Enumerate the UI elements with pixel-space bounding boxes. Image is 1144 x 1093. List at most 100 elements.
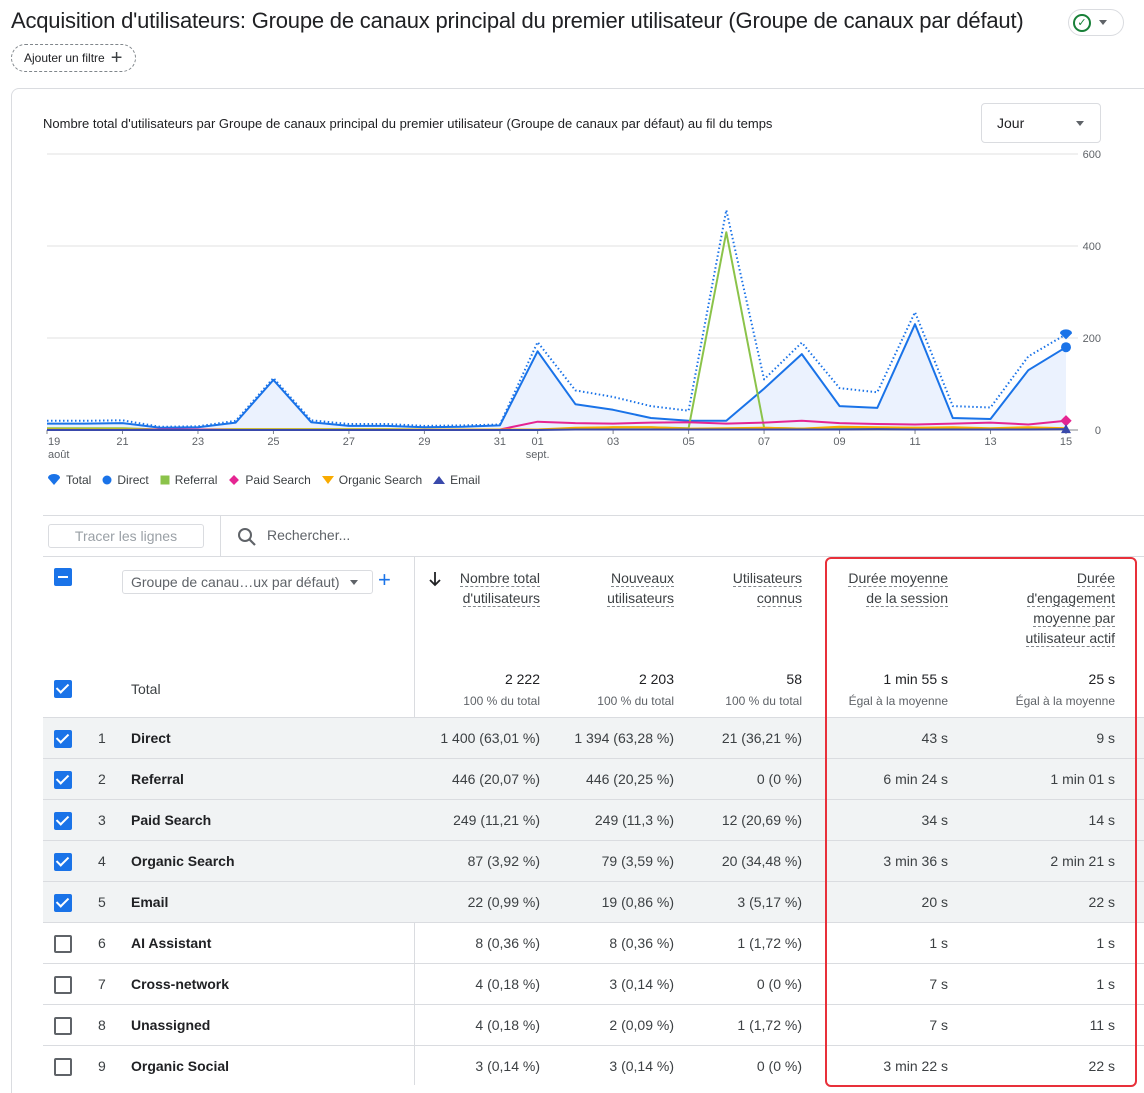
column-header-text: connus — [756, 590, 802, 607]
table-row[interactable]: 6 AI Assistant 8 (0,36 %) 8 (0,36 %) 1 (1,72… — [43, 922, 1144, 963]
line-chart[interactable]: 600 400 200 0 19août 21 23 25 27 29 31 01sept. 03 05 0… — [0, 145, 1144, 465]
cell-known-users: 1 (1,72 %) — [737, 935, 802, 951]
table-row[interactable]: 2 Referral 446 (20,07 %) 446 (20,25 %) 0 (0 … — [43, 758, 1144, 799]
y-tick-label: 0 — [1095, 425, 1101, 437]
total-subtext: 100 % du total — [463, 694, 540, 708]
divider — [43, 515, 1144, 516]
legend-item-organic-search[interactable]: Organic Search — [321, 473, 422, 487]
column-header-text: utilisateurs — [607, 590, 674, 607]
legend-item-email[interactable]: Email — [433, 473, 480, 487]
dimension-select-value: Groupe de canau…ux par défaut) — [131, 574, 340, 590]
total-value: 25 s — [1088, 671, 1115, 687]
row-checkbox[interactable] — [54, 730, 72, 748]
search-icon — [238, 528, 256, 546]
row-index: 9 — [98, 1058, 106, 1074]
table-row[interactable]: 9 Organic Social 3 (0,14 %) 3 (0,14 %) 0 (0 … — [43, 1045, 1144, 1086]
legend-item-referral[interactable]: Referral — [160, 473, 217, 487]
legend-item-paid-search[interactable]: Paid Search — [228, 473, 311, 487]
column-header-text: utilisateur actif — [1025, 630, 1115, 647]
row-checkbox[interactable] — [54, 894, 72, 912]
cell-avg-session: 3 min 36 s — [883, 853, 948, 869]
row-checkbox[interactable] — [54, 1058, 72, 1076]
status-dropdown[interactable]: ✓ — [1068, 9, 1124, 36]
row-index: 8 — [98, 1017, 106, 1033]
x-tick-label: 13 — [984, 436, 996, 448]
cell-known-users: 0 (0 %) — [756, 771, 802, 787]
table-row[interactable]: 4 Organic Search 87 (3,92 %) 79 (3,59 %) 20 … — [43, 840, 1144, 881]
row-checkbox[interactable] — [54, 935, 72, 953]
caret-down-icon — [1099, 20, 1107, 25]
x-tick-sublabel: sept. — [526, 449, 550, 461]
check-circle-icon: ✓ — [1073, 13, 1091, 32]
column-header-avg-engagement[interactable]: Durée d'engagement moyenne par utilisateur … — [985, 568, 1115, 648]
column-header-avg-session[interactable]: Durée moyenne de la session — [818, 568, 948, 608]
legend-label: Paid Search — [245, 473, 311, 487]
legend-marker-icon — [102, 475, 112, 485]
add-dimension-button[interactable]: + — [378, 569, 391, 591]
total-checkbox[interactable] — [54, 680, 72, 698]
cell-known-users: 21 (36,21 %) — [721, 730, 802, 746]
legend-item-direct[interactable]: Direct — [102, 473, 149, 487]
x-tick-label: 21 — [116, 436, 128, 448]
cell-new-users: 1 394 (63,28 %) — [574, 730, 674, 746]
row-channel-label: Paid Search — [131, 812, 212, 828]
dimension-select[interactable]: Groupe de canau…ux par défaut) — [122, 570, 373, 594]
table-row[interactable]: 1 Direct 1 400 (63,01 %) 1 394 (63,28 %) 21 … — [43, 717, 1144, 758]
cell-avg-engagement: 2 min 21 s — [1050, 853, 1115, 869]
x-tick-label: 11 — [909, 436, 920, 448]
total-label: Total — [131, 681, 161, 697]
cell-users: 446 (20,07 %) — [452, 771, 540, 787]
row-index: 2 — [98, 771, 106, 787]
column-header-text: Nouveaux — [610, 570, 674, 587]
x-tick-sublabel: août — [48, 449, 69, 461]
column-header-text: Durée moyenne — [848, 570, 948, 587]
cell-avg-engagement: 22 s — [1088, 894, 1115, 910]
row-checkbox[interactable] — [54, 853, 72, 871]
y-tick-label: 200 — [1083, 333, 1101, 345]
x-tick-label: 05 — [682, 436, 694, 448]
x-tick-label: 29 — [418, 436, 430, 448]
row-index: 3 — [98, 812, 106, 828]
table-row[interactable]: 8 Unassigned 4 (0,18 %) 2 (0,09 %) 1 (1,72 %… — [43, 1004, 1144, 1045]
trace-lines-button[interactable]: Tracer les lignes — [48, 524, 204, 548]
legend-marker-icon — [47, 474, 61, 486]
row-checkbox[interactable] — [54, 976, 72, 994]
select-all-checkbox[interactable] — [54, 568, 72, 586]
legend-item-total[interactable]: Total — [47, 473, 91, 487]
table-row[interactable]: 3 Paid Search 249 (11,21 %) 249 (11,3 %) 12 … — [43, 799, 1144, 840]
cell-new-users: 446 (20,25 %) — [586, 771, 674, 787]
total-subtext: Égal à la moyenne — [1015, 694, 1115, 708]
cell-users: 4 (0,18 %) — [475, 976, 540, 992]
x-tick-label: 15 — [1060, 436, 1072, 448]
table-row[interactable]: 5 Email 22 (0,99 %) 19 (0,86 %) 3 (5,17 %) 20… — [43, 881, 1144, 922]
column-header-users[interactable]: Nombre total d'utilisateurs — [410, 568, 540, 608]
add-filter-button[interactable]: Ajouter un filtre + — [11, 44, 136, 72]
cell-users: 87 (3,92 %) — [467, 853, 540, 869]
cell-avg-session: 34 s — [921, 812, 948, 828]
cell-avg-engagement: 14 s — [1088, 812, 1115, 828]
divider — [43, 556, 1144, 557]
column-header-known-users[interactable]: Utilisateurs connus — [692, 568, 802, 608]
column-header-text: de la session — [866, 590, 948, 607]
column-header-text: d'utilisateurs — [462, 590, 540, 607]
cell-known-users: 1 (1,72 %) — [737, 1017, 802, 1033]
row-checkbox[interactable] — [54, 771, 72, 789]
row-index: 6 — [98, 935, 106, 951]
row-checkbox[interactable] — [54, 812, 72, 830]
row-index: 5 — [98, 894, 106, 910]
total-subtext: 100 % du total — [597, 694, 674, 708]
total-value: 58 — [786, 671, 802, 687]
search-input[interactable]: Rechercher... — [267, 527, 350, 543]
total-value: 1 min 55 s — [883, 671, 948, 687]
cell-new-users: 3 (0,14 %) — [609, 1058, 674, 1074]
x-tick-label: 19 — [48, 436, 60, 448]
cell-avg-engagement: 11 s — [1089, 1017, 1115, 1033]
column-header-new-users[interactable]: Nouveaux utilisateurs — [554, 568, 674, 608]
cell-new-users: 79 (3,59 %) — [601, 853, 674, 869]
granularity-value: Jour — [997, 115, 1025, 131]
cell-known-users: 3 (5,17 %) — [737, 894, 802, 910]
table-row[interactable]: 7 Cross-network 4 (0,18 %) 3 (0,14 %) 0 (0 %… — [43, 963, 1144, 1004]
granularity-select[interactable]: Jour — [981, 103, 1101, 143]
row-checkbox[interactable] — [54, 1017, 72, 1035]
cell-avg-session: 20 s — [921, 894, 948, 910]
